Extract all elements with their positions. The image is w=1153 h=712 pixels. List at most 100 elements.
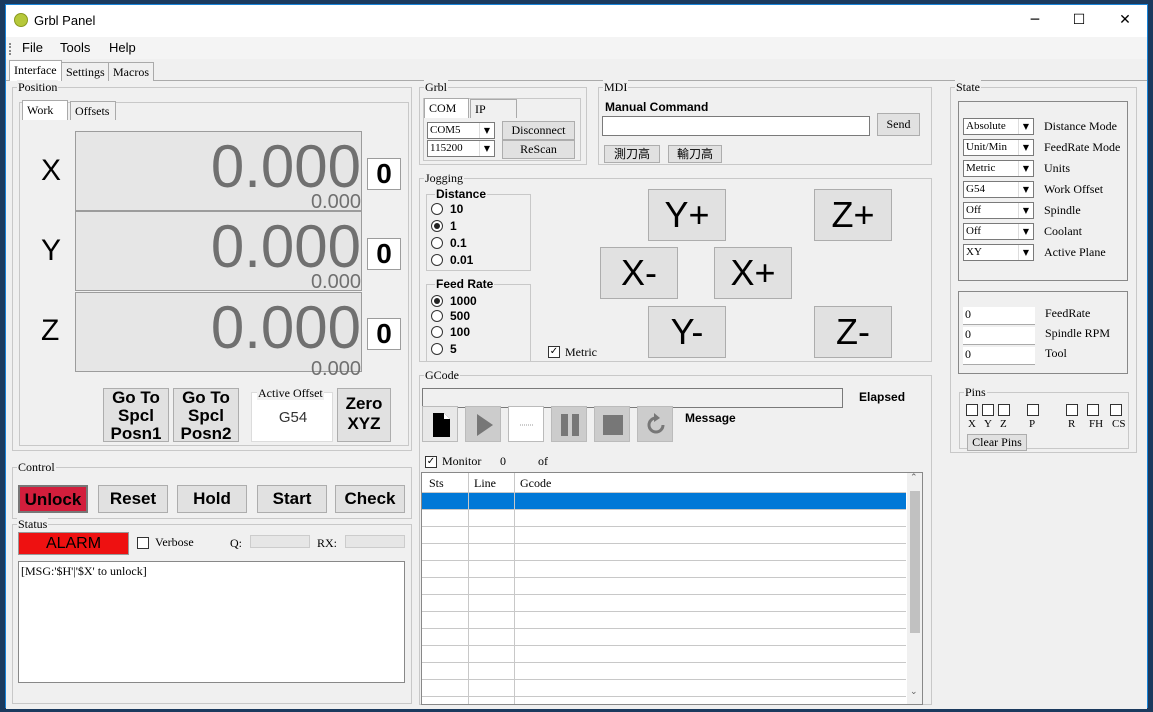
jog-y-plus-button[interactable]: Y+ bbox=[648, 189, 726, 241]
table-row[interactable] bbox=[422, 493, 906, 510]
tab-com[interactable]: COM bbox=[424, 98, 469, 118]
tab-settings[interactable]: Settings bbox=[61, 62, 110, 81]
send-button[interactable]: Send bbox=[877, 113, 920, 136]
monitor-checkbox[interactable]: ✓ bbox=[425, 456, 437, 468]
distance-option-10: 10 bbox=[450, 202, 464, 216]
state-select[interactable]: G54 ▼ bbox=[963, 181, 1034, 198]
table-row[interactable] bbox=[422, 680, 906, 697]
status-title: Status bbox=[17, 517, 49, 531]
jog-z-plus-button[interactable]: Z+ bbox=[814, 189, 892, 241]
reset-button[interactable]: Reset bbox=[98, 485, 168, 513]
distance-radio-1[interactable] bbox=[431, 220, 443, 232]
active-offset-group: Active Offset G54 bbox=[251, 386, 333, 442]
tab-ip[interactable]: IP bbox=[470, 99, 517, 118]
scrollbar-thumb[interactable] bbox=[910, 491, 920, 633]
table-row[interactable] bbox=[422, 578, 906, 595]
state-label: Units bbox=[1044, 161, 1071, 175]
baud-rate-select[interactable]: 115200 ▼ bbox=[427, 140, 495, 157]
close-button[interactable]: ✕ bbox=[1102, 5, 1148, 37]
state-select[interactable]: XY ▼ bbox=[963, 244, 1034, 261]
reload-icon bbox=[647, 413, 665, 434]
manual-command-input[interactable] bbox=[602, 116, 870, 136]
goto-spcl-posn1-button[interactable]: Go To Spcl Posn1 bbox=[103, 388, 169, 442]
menu-grip-icon bbox=[9, 43, 11, 55]
clear-pins-button[interactable]: Clear Pins bbox=[967, 434, 1027, 451]
metric-checkbox[interactable]: ✓ bbox=[548, 346, 560, 358]
table-row[interactable] bbox=[422, 527, 906, 544]
stop-button[interactable] bbox=[594, 406, 630, 442]
gcode-scrollbar[interactable]: ⌃ ⌄ bbox=[907, 473, 922, 704]
menu-file[interactable]: File bbox=[22, 40, 43, 55]
reload-button[interactable] bbox=[637, 406, 673, 442]
verbose-checkbox[interactable] bbox=[137, 537, 149, 549]
hold-button[interactable]: Hold bbox=[177, 485, 247, 513]
minimize-button[interactable]: ─ bbox=[1012, 5, 1058, 37]
state-select[interactable]: Off ▼ bbox=[963, 223, 1034, 240]
pause-icon bbox=[561, 414, 579, 436]
unlock-button[interactable]: Unlock bbox=[18, 485, 88, 513]
rescan-button[interactable]: ReScan bbox=[502, 140, 575, 159]
chevron-down-icon: ▼ bbox=[1018, 140, 1033, 155]
table-row[interactable] bbox=[422, 663, 906, 680]
check-button[interactable]: Check bbox=[335, 485, 405, 513]
distance-radio-10[interactable] bbox=[431, 203, 443, 215]
dro-x: 0.000 0.000 bbox=[75, 131, 362, 213]
table-row[interactable] bbox=[422, 595, 906, 612]
zero-z-button[interactable]: 0 bbox=[367, 318, 401, 350]
tab-work[interactable]: Work bbox=[22, 100, 68, 120]
state-select[interactable]: Metric ▼ bbox=[963, 160, 1034, 177]
start-button[interactable]: Start bbox=[257, 485, 327, 513]
jog-x-plus-button[interactable]: X+ bbox=[714, 247, 792, 299]
macro-button-2[interactable]: 輸刀高 bbox=[668, 145, 722, 163]
gcode-grid[interactable]: Sts Line Gcode ⌃ ⌄ bbox=[421, 472, 923, 705]
jog-x-minus-button[interactable]: X- bbox=[600, 247, 678, 299]
open-file-button[interactable] bbox=[422, 406, 458, 442]
feed-radio-1000[interactable] bbox=[431, 295, 443, 307]
position-title: Position bbox=[17, 80, 59, 94]
table-row[interactable] bbox=[422, 646, 906, 663]
table-row[interactable] bbox=[422, 612, 906, 629]
macro-button-1[interactable]: 測刀高 bbox=[604, 145, 660, 163]
table-row[interactable] bbox=[422, 629, 906, 646]
scroll-down-icon[interactable]: ⌄ bbox=[910, 687, 918, 697]
zero-xyz-button[interactable]: Zero XYZ bbox=[337, 388, 391, 442]
maximize-button[interactable]: ☐ bbox=[1056, 5, 1102, 37]
jog-z-minus-button[interactable]: Z- bbox=[814, 306, 892, 358]
tab-macros[interactable]: Macros bbox=[108, 62, 154, 81]
distance-radio-0-01[interactable] bbox=[431, 254, 443, 266]
distance-radio-0-1[interactable] bbox=[431, 237, 443, 249]
com-port-select[interactable]: COM5 ▼ bbox=[427, 122, 495, 139]
tab-offsets[interactable]: Offsets bbox=[70, 101, 116, 120]
pause-button[interactable] bbox=[551, 406, 587, 442]
chevron-down-icon: ▼ bbox=[1018, 161, 1033, 176]
dro-z-machine-value: 0.000 bbox=[310, 358, 361, 380]
feed-radio-5[interactable] bbox=[431, 343, 443, 355]
pins-title: Pins bbox=[964, 385, 987, 399]
state-select[interactable]: Off ▼ bbox=[963, 202, 1034, 219]
state-select[interactable]: Unit/Min ▼ bbox=[963, 139, 1034, 156]
chevron-down-icon: ▼ bbox=[1018, 182, 1033, 197]
table-row[interactable] bbox=[422, 561, 906, 578]
pin-indicator bbox=[982, 404, 994, 416]
menu-tools[interactable]: Tools bbox=[60, 40, 90, 55]
table-row[interactable] bbox=[422, 544, 906, 561]
menu-help[interactable]: Help bbox=[109, 40, 136, 55]
state-select[interactable]: Absolute ▼ bbox=[963, 118, 1034, 135]
play-button[interactable] bbox=[465, 406, 501, 442]
zero-y-button[interactable]: 0 bbox=[367, 238, 401, 270]
active-offset-value: G54 bbox=[278, 409, 308, 426]
disconnect-button[interactable]: Disconnect bbox=[502, 121, 575, 140]
tab-interface[interactable]: Interface bbox=[9, 60, 62, 82]
step-button[interactable] bbox=[508, 406, 544, 442]
pin-label: FH bbox=[1089, 418, 1104, 430]
jog-y-minus-button[interactable]: Y- bbox=[648, 306, 726, 358]
table-row[interactable] bbox=[422, 510, 906, 527]
gcode-file-field[interactable] bbox=[422, 388, 843, 408]
scroll-up-icon[interactable]: ⌃ bbox=[910, 473, 918, 483]
axis-label-z: Z bbox=[41, 314, 60, 347]
status-log[interactable]: [MSG:'$H'|'$X' to unlock] bbox=[18, 561, 405, 683]
feed-radio-100[interactable] bbox=[431, 326, 443, 338]
feed-radio-500[interactable] bbox=[431, 310, 443, 322]
goto-spcl-posn2-button[interactable]: Go To Spcl Posn2 bbox=[173, 388, 239, 442]
zero-x-button[interactable]: 0 bbox=[367, 158, 401, 190]
